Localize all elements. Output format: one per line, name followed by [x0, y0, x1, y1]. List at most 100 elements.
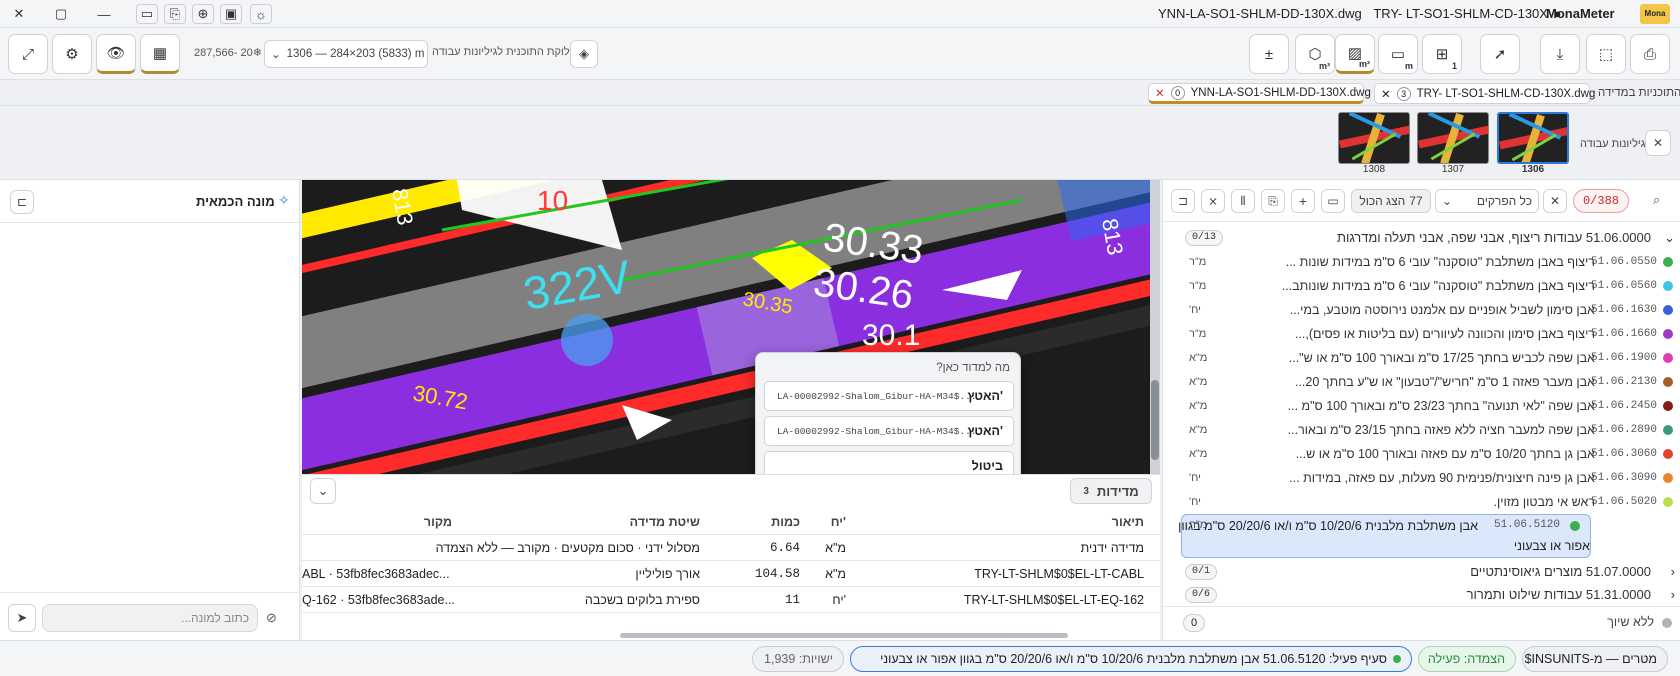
mic-off-icon[interactable]: ⊘ [266, 610, 277, 626]
close-tab-icon[interactable]: ✕ [1155, 86, 1165, 100]
boq-item-row[interactable]: יח' אבן גן פינה חיצונית/פנימית 90 מעלות, … [1163, 466, 1680, 490]
chevron-down-icon[interactable]: ⌄ [1664, 230, 1675, 246]
group-row-51-31[interactable]: 0/6 51.31.0000 עבודות שילוט ותמרור › [1163, 583, 1680, 607]
cursor-coordinates: 287,566- 20❄ [194, 47, 262, 59]
table-hscrollbar[interactable] [620, 633, 1068, 638]
volume-tool-icon[interactable]: ⬡ m³ [1295, 34, 1335, 74]
sheet-thumb-1306[interactable] [1497, 112, 1569, 164]
crop-region-icon[interactable]: ⬚ [1586, 34, 1626, 74]
chat-input[interactable]: כתוב למונה... [42, 604, 258, 632]
sheet-select[interactable]: ⌄ 1306 — 284×203 (5833) m [264, 40, 428, 68]
layers-icon[interactable]: ◈ [570, 40, 598, 68]
boq-item-row[interactable]: מ"א אבן שפה "לאי תנועה" בחתך 23/23 ס"מ וב… [1163, 394, 1680, 418]
collapse-all-icon[interactable]: ⨯ [1201, 189, 1225, 213]
open-folder-icon[interactable]: ▭ [136, 4, 158, 24]
collapse-panel-icon[interactable]: ⊐ [1171, 189, 1195, 213]
measure-choice-popup: מה למדוד כאן? האטץ' LA-00002992-Shalom_G… [755, 352, 1021, 490]
visibility-eye-icon[interactable]: 👁 [96, 34, 136, 74]
settings-gear-icon[interactable]: ⚙ [52, 34, 92, 74]
cell-desc: מדידה ידנית [1080, 541, 1144, 555]
file-tabs-row: ✕ 0 YNN-LA-SO1-SHLM-DD-130X.dwg ✕ 3 TRY-… [0, 80, 1680, 106]
sheet-thumb-1308[interactable] [1338, 112, 1410, 164]
save-icon[interactable]: ▣ [220, 4, 242, 24]
fullscreen-icon[interactable]: ⤢ [8, 34, 48, 74]
item-code: 51.06.5020 [1590, 496, 1657, 508]
file-tab-try[interactable]: ✕ 3 TRY- LT-SO1-SHLM-CD-130X.dwg [1374, 83, 1595, 104]
chapter-filter-select[interactable]: ⌄ כל הפרקים [1435, 189, 1539, 213]
table-row[interactable]: TRY-LT-SHLM$0$EL-LT-EQ-162 יח' 11 ספירת … [302, 587, 1160, 613]
drawing-canvas[interactable]: 30.33 30.26 322V 30.35 30.72 10 813 813 … [302, 180, 1160, 474]
import-file-icon[interactable]: ⎘ [164, 4, 186, 24]
item-code: 51.06.5120 [1493, 519, 1560, 531]
boq-item-row[interactable]: מ"א אבן שפה לכביש בחתך 17/25 ס"מ ובאורך 1… [1163, 346, 1680, 370]
print-icon[interactable]: ⎙ [1630, 34, 1670, 74]
canvas-scrollbar-thumb[interactable] [1151, 380, 1159, 460]
columns-icon[interactable]: ⫴ [1231, 189, 1255, 213]
table-row[interactable]: TRY-LT-SHLM$0$EL-LT-CABL מ"א 104.58 אורך… [302, 561, 1160, 587]
boq-item-row[interactable]: מ"א אבן מעבר פאזה 1 ס"מ "חריש"/"טבעון" או… [1163, 370, 1680, 394]
group-code: 51.31.0000 [1585, 587, 1651, 602]
divider [0, 592, 300, 593]
close-icon[interactable]: ✕ [8, 4, 30, 24]
maximize-icon[interactable]: ▢ [50, 4, 72, 24]
header-source: מקור [423, 515, 452, 529]
sheet-select-value: 1306 — 284×203 (5833) m [286, 48, 425, 60]
popup-option-hatch-1[interactable]: האטץ' LA-00002992-Shalom_Gibur-HA-M34$..… [764, 381, 1014, 411]
show-all-button[interactable]: הצג הכול 77 [1351, 189, 1431, 213]
new-file-icon[interactable]: ⊕ [192, 4, 214, 24]
table-row[interactable]: מדידה ידנית מ"א 6.64 מסלול ידני · סכום מ… [302, 535, 1160, 561]
add-item-icon[interactable]: + [1291, 189, 1315, 213]
cell-desc: TRY-LT-SHLM$0$EL-LT-CABL [974, 567, 1144, 581]
boq-item-row[interactable]: מ"ר ריצוף באבן משתלבת "טוסקנה" עובי 6 ס"מ… [1163, 250, 1680, 274]
add-folder-icon[interactable]: ▭ [1321, 189, 1345, 213]
send-icon[interactable]: ➤ [8, 604, 36, 632]
theme-icon[interactable]: ☼ [250, 4, 272, 24]
chapter-filter-value: כל הפרקים [1476, 194, 1532, 208]
close-tab-icon[interactable]: ✕ [1381, 87, 1391, 101]
cell-desc: TRY-LT-SHLM$0$EL-LT-EQ-162 [963, 593, 1144, 607]
measurements-title[interactable]: 3 מדידות [1070, 478, 1152, 504]
sheet-thumb-1307[interactable] [1417, 112, 1489, 164]
units-pill[interactable]: מטרים — מ-INSUNITS$ [1522, 646, 1668, 672]
group-name: מוצרים גיאוסינתטיים [1470, 564, 1583, 579]
file-tab-ynn[interactable]: ✕ 0 YNN-LA-SO1-SHLM-DD-130X.dwg [1148, 83, 1371, 104]
boq-item-row[interactable]: מ"ר ריצוף באבן סימון והכוונה לעיוורים (עם… [1163, 322, 1680, 346]
cad-drawing[interactable]: 30.33 30.26 322V 30.35 30.72 10 813 813 … [302, 180, 1160, 474]
boq-item-row[interactable]: יח' ראש אי מבטון מזוין. 51.06.5020 [1163, 490, 1680, 514]
length-tool-icon[interactable]: ▭ m [1378, 34, 1418, 74]
snap-pill[interactable]: הצמדה: פעילה [1418, 646, 1516, 672]
chevron-left-icon[interactable]: › [1671, 564, 1675, 579]
collapse-panel-icon[interactable]: ⊏ [10, 190, 34, 214]
boq-item-row[interactable]: יח' אבן סימון לשביל אופניים עם אלמנט נירו… [1163, 298, 1680, 322]
boq-item-row[interactable]: מ"ר ריצוף באבן משתלבת "טוסקנה" עובי 6 ס"מ… [1163, 274, 1680, 298]
cancel-label: ביטול [971, 459, 1003, 473]
file-tab-label: TRY- LT-SO1-SHLM-CD-130X.dwg [1416, 87, 1596, 100]
export-sheet-icon[interactable]: ⎘ [1261, 189, 1285, 213]
group-row-51-06[interactable]: 0/13 51.06.0000 עבודות ריצוף, אבני שפה, … [1163, 226, 1680, 250]
item-text: אבן גן פינה חיצונית/פנימית 90 מעלות, עם … [1289, 471, 1595, 485]
unassigned-label[interactable]: ללא שיוך [1607, 615, 1654, 629]
active-item-text: סעיף פעיל: 51.06.5120 אבן משתלבת מלבנית … [880, 652, 1387, 666]
select-pointer-icon[interactable]: ➚ [1480, 34, 1520, 74]
plus-minus-button[interactable]: ± [1249, 34, 1289, 74]
selected-item-row[interactable]: מ"ר אבן משתלבת מלבנית 10/20/6 ס"מ ו/או 2… [1178, 514, 1591, 558]
clear-filter-icon[interactable]: ✕ [1543, 189, 1567, 213]
table-view-icon[interactable]: ▦ [140, 34, 180, 74]
collapse-chevron-icon[interactable]: ⌄ [310, 478, 336, 504]
active-dot [1393, 655, 1401, 663]
minimize-icon[interactable]: — [93, 4, 115, 24]
boq-item-row[interactable]: מ"א אבן שפה למעבר חציה ללא פאזה בחתך 23/1… [1163, 418, 1680, 442]
chevron-left-icon[interactable]: › [1671, 587, 1675, 602]
area-tool-icon[interactable]: ▨ m² [1335, 34, 1375, 74]
item-code: 51.06.0550 [1590, 256, 1657, 268]
active-item-pill[interactable]: סעיף פעיל: 51.06.5120 אבן משתלבת מלבנית … [850, 646, 1412, 672]
group-row-51-07[interactable]: 0/1 51.07.0000 מוצרים גיאוסינתטיים › [1163, 560, 1680, 584]
count-tool-icon[interactable]: ⊞ 1 [1422, 34, 1462, 74]
cell-qty: 6.64 [769, 541, 800, 555]
close-sheets-icon[interactable]: ✕ [1645, 130, 1671, 156]
assistant-panel: ⊏ מונה הכמאית ✧ ➤ כתוב למונה... ⊘ [0, 180, 300, 640]
boq-item-row[interactable]: מ"א אבן גן בחתך 10/20 ס"מ עם פאזה ובאורך … [1163, 442, 1680, 466]
search-icon[interactable]: ⌕ [1653, 192, 1660, 208]
export-download-icon[interactable]: ⤓ [1540, 34, 1580, 74]
popup-option-hatch-2[interactable]: האטץ' LA-00002992-Shalom_Gibur-HA-M34$..… [764, 416, 1014, 446]
